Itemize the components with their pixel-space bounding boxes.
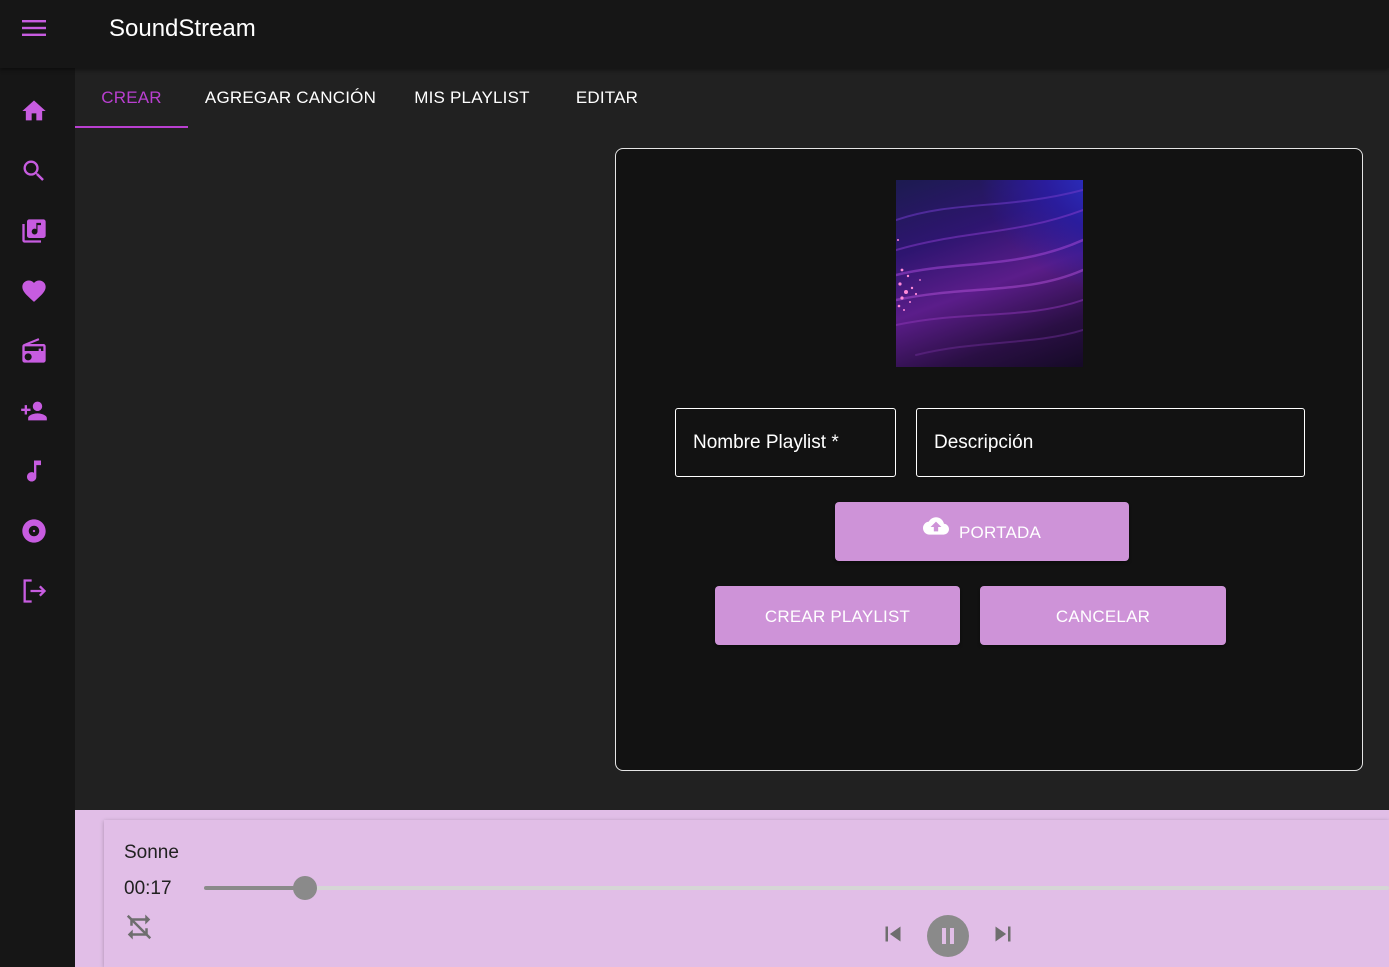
progress-thumb[interactable] <box>292 876 317 900</box>
sidebar-item-add-artist[interactable] <box>0 379 75 439</box>
skip-previous-icon <box>885 926 901 942</box>
upload-cover-label: PORTADA <box>958 523 1041 542</box>
player-bar: Sonne 00:17 <box>75 810 1389 967</box>
sidebar-item-songs[interactable] <box>0 439 75 499</box>
cancel-button[interactable]: CANCELAR <box>980 586 1226 645</box>
track-title: Sonne <box>124 842 179 863</box>
progress-slider[interactable] <box>204 876 1389 900</box>
sidebar-item-albums[interactable] <box>0 499 75 559</box>
upload-cover-button[interactable]: PORTADA <box>835 502 1129 561</box>
previous-button[interactable] <box>878 919 908 954</box>
music-note-icon <box>27 460 41 482</box>
person-add-icon <box>21 401 47 421</box>
app-bar: SoundStream <box>0 0 1389 68</box>
tab-editar[interactable]: EDITAR <box>563 68 651 128</box>
repeat-off-icon <box>126 914 152 940</box>
pause-button[interactable] <box>927 915 969 962</box>
repeat-off-button[interactable] <box>124 912 154 947</box>
elapsed-time: 00:17 <box>124 878 172 899</box>
sidebar-item-radio[interactable] <box>0 319 75 379</box>
heart-icon <box>22 280 46 302</box>
cover-image <box>896 180 1083 367</box>
sidebar-item-home[interactable] <box>0 79 75 139</box>
sidebar-item-logout[interactable] <box>0 559 75 619</box>
sidebar-item-search[interactable] <box>0 139 75 199</box>
tab-crear[interactable]: CREAR <box>75 68 188 128</box>
tab-agregar-cancion[interactable]: AGREGAR CANCIÓN <box>193 68 388 128</box>
tab-bar: CREAR AGREGAR CANCIÓN MIS PLAYLIST EDITA… <box>75 68 1389 128</box>
cloud-upload-icon <box>922 502 949 561</box>
tab-mis-playlist[interactable]: MIS PLAYLIST <box>403 68 541 128</box>
logout-icon <box>23 579 47 603</box>
playlist-name-field[interactable] <box>675 408 896 477</box>
player: Sonne 00:17 <box>104 820 1389 967</box>
next-button[interactable] <box>988 919 1018 954</box>
search-icon <box>23 160 44 181</box>
playlist-description-input[interactable] <box>917 409 1304 476</box>
tab-indicator <box>75 126 188 128</box>
radio-icon <box>22 338 46 363</box>
app-title: SoundStream <box>109 15 256 42</box>
sidebar <box>0 68 75 967</box>
playlist-name-input[interactable] <box>676 409 895 476</box>
create-playlist-button[interactable]: CREAR PLAYLIST <box>715 586 960 645</box>
pause-icon <box>927 915 969 957</box>
sidebar-item-favorites[interactable] <box>0 259 75 319</box>
skip-next-icon <box>995 926 1011 942</box>
playlist-description-field[interactable] <box>916 408 1305 477</box>
progress-fill <box>204 886 305 890</box>
library-music-icon <box>22 219 46 243</box>
home-icon <box>22 100 46 121</box>
create-playlist-card: PORTADA CREAR PLAYLIST CANCELAR <box>615 148 1363 771</box>
menu-icon[interactable] <box>18 14 50 42</box>
album-icon <box>22 519 46 543</box>
sidebar-item-library[interactable] <box>0 199 75 259</box>
